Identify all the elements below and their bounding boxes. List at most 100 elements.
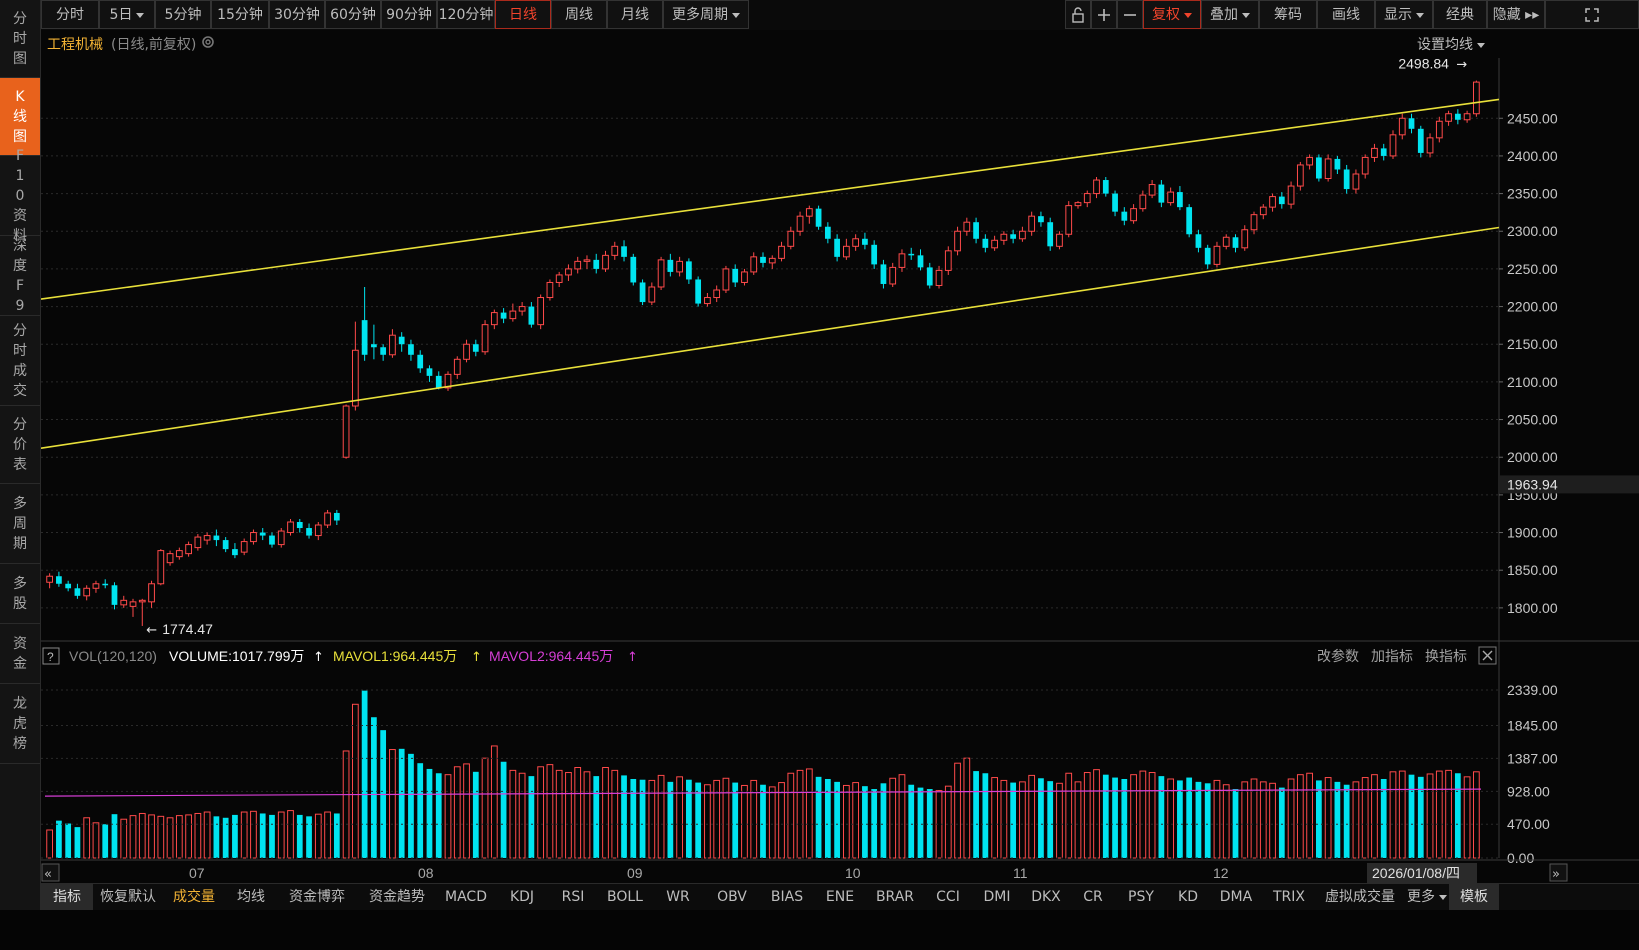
volume-bar — [944, 785, 952, 859]
candle-body — [306, 528, 312, 536]
volume-bar — [583, 771, 591, 859]
indicator-tab-2[interactable]: 成交量 — [163, 884, 225, 910]
tool-button-5[interactable]: 经典 — [1433, 0, 1487, 29]
period-tab-7[interactable]: 120分钟 — [437, 0, 495, 29]
indicator-tab-20[interactable]: KD — [1167, 884, 1209, 910]
volume-bar — [713, 779, 721, 859]
scroll-left-button[interactable]: « — [41, 863, 60, 882]
tool-button-3[interactable]: 画线 — [1317, 0, 1375, 29]
mavol1-value: MAVOL1:964.445万 — [333, 648, 457, 664]
period-tab-10[interactable]: 月线 — [607, 0, 663, 29]
scroll-right-button[interactable]: » — [1549, 863, 1568, 882]
indicator-tab-17[interactable]: DKX — [1021, 884, 1071, 910]
indicator-tab-12[interactable]: BIAS — [761, 884, 813, 910]
volume-bar — [1000, 779, 1008, 859]
change-params-button[interactable]: 改参数 — [1317, 648, 1359, 664]
indicator-tab-10[interactable]: WR — [653, 884, 703, 910]
left-nav-0[interactable]: 分时图 — [0, 0, 40, 78]
candle-body — [732, 268, 739, 283]
indicator-tab-25[interactable]: 模板 — [1449, 884, 1499, 910]
candle-body — [537, 297, 545, 326]
left-nav-label: 龙虎榜 — [13, 695, 27, 752]
indicator-tab-23[interactable]: 虚拟成交量 — [1315, 884, 1405, 910]
left-nav-3[interactable]: 深度F9 — [0, 236, 40, 316]
candle-body — [1287, 185, 1295, 205]
left-nav-4[interactable]: 分时成交 — [0, 316, 40, 406]
indicator-tab-7[interactable]: KDJ — [495, 884, 549, 910]
volume-bar — [398, 748, 405, 858]
candle — [342, 404, 350, 459]
add-indicator-button[interactable]: 加指标 — [1371, 648, 1413, 664]
left-nav-6[interactable]: 多周期 — [0, 484, 40, 564]
volume-bar — [843, 784, 850, 859]
indicator-tab-label: KDJ — [509, 889, 535, 905]
candle-body — [852, 238, 860, 247]
indicator-tab-8[interactable]: RSI — [549, 884, 597, 910]
left-nav-2[interactable]: F10资料 — [0, 148, 40, 244]
left-nav-8[interactable]: 资金 — [0, 624, 40, 684]
zoom-out-button[interactable] — [1117, 0, 1143, 29]
tool-button-0[interactable]: 复权 — [1143, 0, 1201, 29]
left-nav-7[interactable]: 多股 — [0, 564, 40, 624]
tool-button-4[interactable]: 显示 — [1375, 0, 1433, 29]
period-tab-1[interactable]: 5日 — [99, 0, 155, 29]
indicator-tab-9[interactable]: BOLL — [597, 884, 653, 910]
indicator-tab-14[interactable]: BRAR — [867, 884, 923, 910]
volume-bar — [852, 782, 860, 859]
candle-body — [361, 320, 368, 355]
volume-bar — [657, 774, 665, 859]
settings-gear-icon[interactable] — [201, 35, 215, 49]
candle-body — [815, 208, 822, 227]
price-tick-label: 2150.00 — [1507, 336, 1558, 352]
tool-button-1[interactable]: 叠加 — [1201, 0, 1259, 29]
candle-body — [982, 238, 989, 248]
candle — [324, 509, 331, 529]
volume-bar — [509, 769, 517, 859]
indicator-tab-5[interactable]: 资金趋势 — [357, 884, 437, 910]
period-tab-9[interactable]: 周线 — [551, 0, 607, 29]
indicator-tab-21[interactable]: DMA — [1209, 884, 1263, 910]
volume-bar — [92, 822, 100, 859]
volume-bar — [722, 777, 730, 859]
period-tab-4[interactable]: 30分钟 — [269, 0, 325, 29]
period-tab-3[interactable]: 15分钟 — [211, 0, 269, 29]
period-tab-2[interactable]: 5分钟 — [155, 0, 211, 29]
left-nav-9[interactable]: 龙虎榜 — [0, 684, 40, 764]
period-tab-11[interactable]: 更多周期 — [663, 0, 749, 29]
indicator-tab-6[interactable]: MACD — [437, 884, 495, 910]
volume-bar — [1343, 784, 1350, 858]
left-nav-5[interactable]: 分价表 — [0, 406, 40, 484]
tool-button-2[interactable]: 筹码 — [1259, 0, 1317, 29]
period-tab-0[interactable]: 分时 — [41, 0, 99, 29]
month-label: 12 — [1213, 865, 1229, 881]
period-tab-label: 日线 — [509, 7, 537, 23]
indicator-tab-15[interactable]: CCI — [923, 884, 973, 910]
candle-body — [1148, 184, 1156, 196]
indicator-tab-3[interactable]: 均线 — [225, 884, 277, 910]
indicator-tab-0[interactable]: 指标 — [41, 884, 93, 910]
period-tab-5[interactable]: 60分钟 — [325, 0, 381, 29]
kline-chart[interactable]: 2450.00 2400.00 2350.00 2300.00 2250.00 2200.… — [41, 58, 1639, 883]
left-nav-1[interactable]: K线图 — [0, 78, 40, 156]
indicator-tab-11[interactable]: OBV — [703, 884, 761, 910]
fullscreen-button[interactable] — [1545, 0, 1639, 29]
volume-bar — [1083, 772, 1091, 859]
lock-button[interactable] — [1065, 0, 1091, 29]
indicator-tab-16[interactable]: DMI — [973, 884, 1021, 910]
period-tab-8[interactable]: 日线 — [495, 0, 551, 29]
switch-indicator-button[interactable]: 换指标 — [1425, 648, 1467, 664]
indicator-tab-1[interactable]: 恢复默认 — [93, 884, 163, 910]
tool-button-6[interactable]: 隐藏 ▸▸ — [1487, 0, 1545, 29]
indicator-tab-24[interactable]: 更多 — [1405, 884, 1449, 910]
zoom-in-button[interactable] — [1091, 0, 1117, 29]
indicator-tab-13[interactable]: ENE — [813, 884, 867, 910]
indicator-tab-label: 模板 — [1460, 889, 1488, 905]
indicator-tab-19[interactable]: PSY — [1115, 884, 1167, 910]
period-tab-6[interactable]: 90分钟 — [381, 0, 437, 29]
candle-body — [973, 222, 979, 239]
ma-setting-button[interactable]: 设置均线 — [1417, 34, 1485, 54]
candle-body — [583, 259, 591, 262]
indicator-tab-4[interactable]: 资金博弈 — [277, 884, 357, 910]
indicator-tab-22[interactable]: TRIX — [1263, 884, 1315, 910]
indicator-tab-18[interactable]: CR — [1071, 884, 1115, 910]
